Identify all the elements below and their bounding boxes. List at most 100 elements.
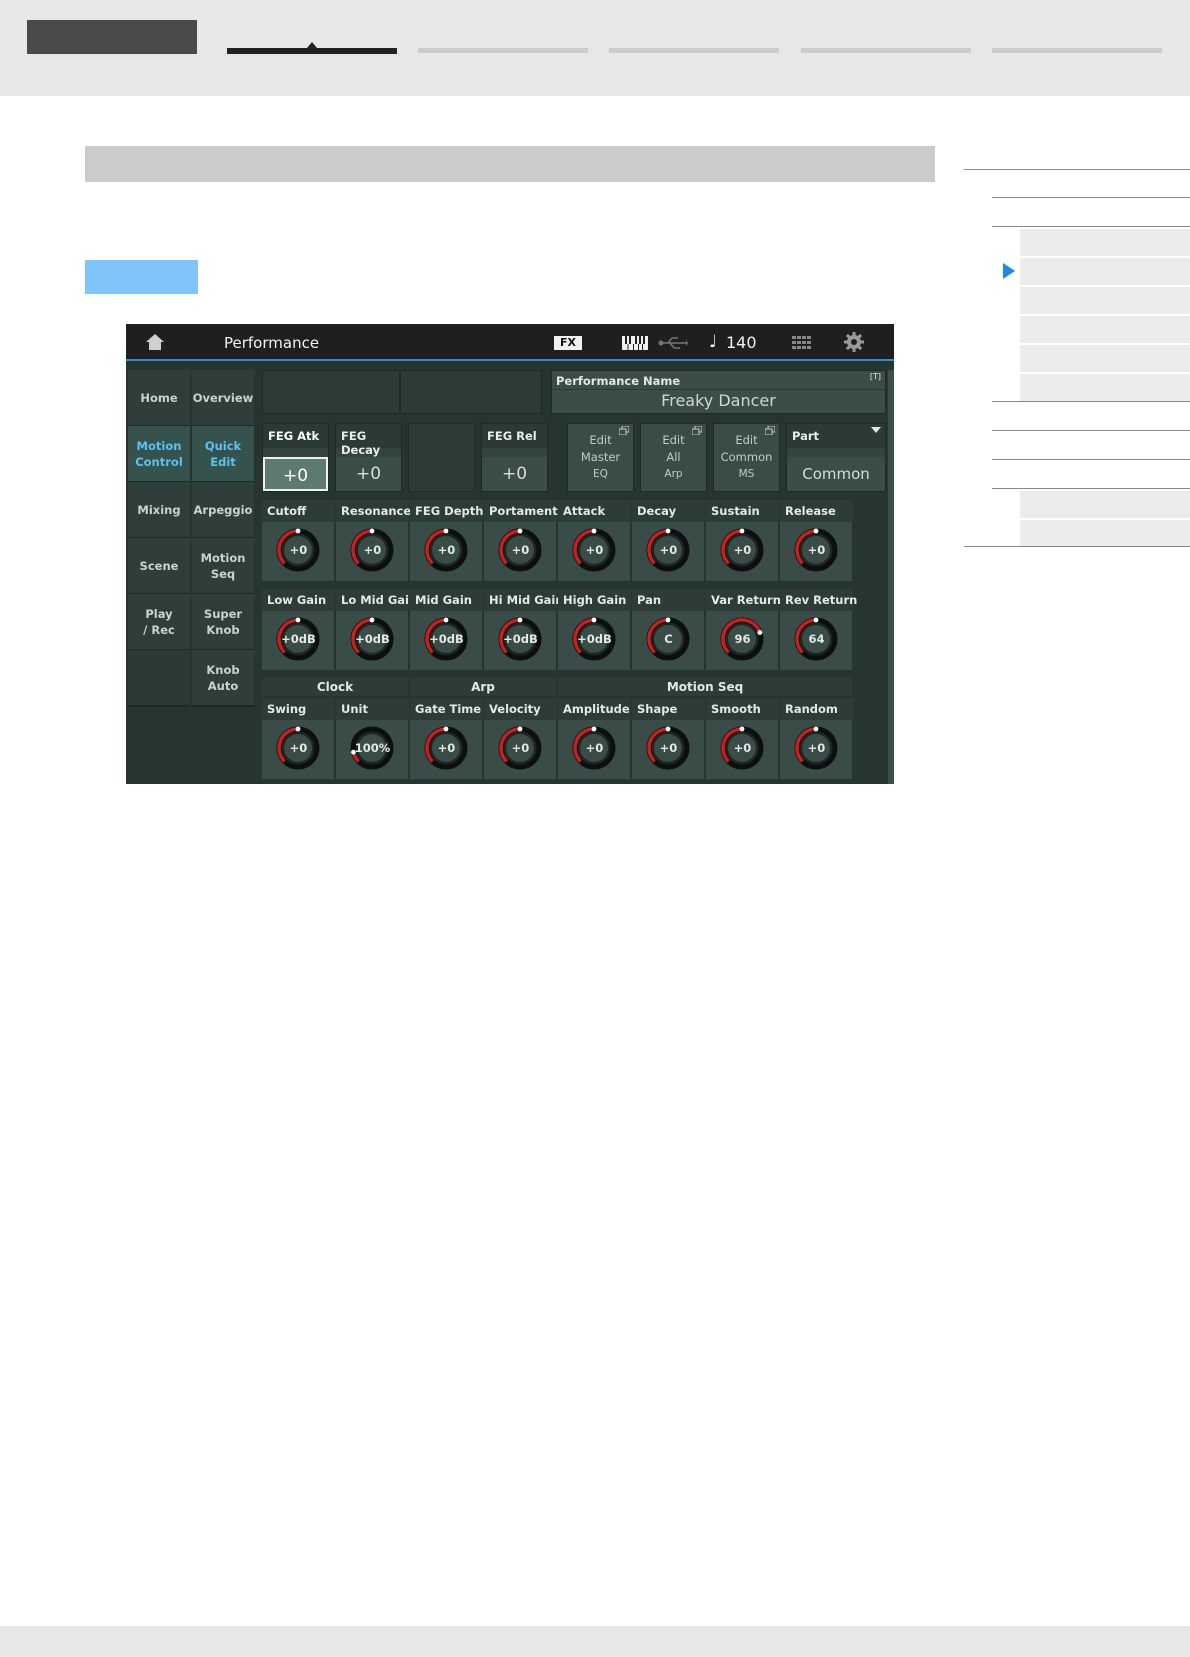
top-tab-5[interactable] bbox=[992, 48, 1162, 53]
knob-label: Pan bbox=[632, 589, 705, 611]
nav-subitem-current[interactable] bbox=[1020, 258, 1190, 285]
feg-decay-box[interactable]: FEG Decay +0 bbox=[335, 423, 402, 492]
feg-atk-label: FEG Atk bbox=[263, 424, 328, 448]
sub-menu-item-overview[interactable]: Overview bbox=[192, 370, 254, 427]
knob-random[interactable]: Random +0 bbox=[780, 698, 853, 779]
knob-resonance[interactable]: Resonance +0 bbox=[336, 500, 411, 581]
sub-menu-item-knob-auto[interactable]: Knob Auto bbox=[192, 650, 254, 707]
knob-gate-time[interactable]: Gate Time +0 bbox=[410, 698, 483, 779]
title-underline bbox=[126, 359, 894, 361]
knob-portamento[interactable]: Portamento +0 bbox=[484, 500, 566, 581]
main-menu-item-motion-control[interactable]: Motion Control bbox=[128, 426, 190, 483]
sub-menu-item-super-knob[interactable]: Super Knob bbox=[192, 594, 254, 651]
knob-label: Low Gain bbox=[262, 589, 335, 611]
main-menu-item-mixing[interactable]: Mixing bbox=[128, 482, 190, 539]
knob-shape[interactable]: Shape +0 bbox=[632, 698, 705, 779]
feg-rel-box[interactable]: FEG Rel +0 bbox=[481, 423, 548, 492]
nav-divider bbox=[964, 546, 1190, 547]
usb-icon bbox=[658, 337, 688, 349]
gear-icon[interactable] bbox=[844, 332, 864, 352]
knob-value: +0 bbox=[363, 543, 382, 557]
knob-decay[interactable]: Decay +0 bbox=[632, 500, 705, 581]
section-heading-bar bbox=[85, 146, 935, 182]
performance-name-value: Freaky Dancer bbox=[661, 391, 776, 410]
group-label-clock: Clock bbox=[262, 678, 408, 696]
part-value: Common bbox=[787, 457, 885, 491]
knob-value: +0 bbox=[289, 741, 308, 755]
nav-subitem[interactable] bbox=[1020, 287, 1190, 314]
feg-atk-box[interactable]: FEG Atk +0 bbox=[262, 423, 329, 492]
main-menu-item-scene[interactable]: Scene bbox=[128, 538, 190, 595]
knob-var-return[interactable]: Var Return 96 bbox=[706, 589, 781, 670]
knob-value: 100% bbox=[354, 741, 391, 755]
knob-sustain[interactable]: Sustain +0 bbox=[706, 500, 779, 581]
knob-value: +0 bbox=[511, 741, 530, 755]
nav-subitem[interactable] bbox=[1020, 520, 1190, 547]
edit-common-ms-button[interactable]: Edit Common MS bbox=[713, 423, 780, 492]
knob-amplitude[interactable]: Amplitude +0 bbox=[558, 698, 631, 779]
top-tab-2[interactable] bbox=[418, 48, 588, 53]
knob-release[interactable]: Release +0 bbox=[780, 500, 853, 581]
top-tab-4[interactable] bbox=[801, 48, 971, 53]
knob-label: Lo Mid Gain bbox=[336, 589, 417, 611]
edit-master-eq-button[interactable]: Edit Master EQ bbox=[567, 423, 634, 492]
nav-subitem[interactable] bbox=[1020, 345, 1190, 372]
group-label-motion-seq: Motion Seq bbox=[558, 678, 852, 696]
edit-all-arp-button[interactable]: Edit All Arp bbox=[640, 423, 707, 492]
nav-subitem[interactable] bbox=[1020, 374, 1190, 401]
knob-value: +0dB bbox=[355, 632, 390, 646]
knob-velocity[interactable]: Velocity +0 bbox=[484, 698, 557, 779]
knob-lo-mid-gain[interactable]: Lo Mid Gain +0dB bbox=[336, 589, 417, 670]
knob-label: Random bbox=[780, 698, 853, 720]
knob-value: +0 bbox=[807, 741, 826, 755]
tempo-value[interactable]: 140 bbox=[726, 333, 757, 352]
knob-value: +0dB bbox=[429, 632, 464, 646]
edit-button-line: EQ bbox=[593, 468, 608, 480]
knob-cutoff[interactable]: Cutoff +0 bbox=[262, 500, 335, 581]
knob-unit[interactable]: Unit 100% bbox=[336, 698, 409, 779]
keyboard-icon bbox=[622, 336, 648, 350]
knob-swing[interactable]: Swing +0 bbox=[262, 698, 335, 779]
main-menu-item-play-rec[interactable]: Play / Rec bbox=[128, 594, 190, 651]
empty-slot bbox=[262, 370, 400, 414]
sub-menu-item-arpeggio[interactable]: Arpeggio bbox=[192, 482, 254, 539]
edit-button-line: Master bbox=[580, 450, 621, 464]
sub-menu-item-quick-edit[interactable]: Quick Edit bbox=[192, 426, 254, 483]
knob-label: Cutoff bbox=[262, 500, 335, 522]
knob-value: +0 bbox=[733, 543, 752, 557]
knob-attack[interactable]: Attack +0 bbox=[558, 500, 631, 581]
sub-menu-item-motion-seq[interactable]: Motion Seq bbox=[192, 538, 254, 595]
dropdown-arrow-icon bbox=[871, 427, 881, 433]
knob-label: Release bbox=[780, 500, 853, 522]
top-tab-3[interactable] bbox=[609, 48, 779, 53]
knob-low-gain[interactable]: Low Gain +0dB bbox=[262, 589, 335, 670]
knob-rev-return[interactable]: Rev Return 64 bbox=[780, 589, 857, 670]
knob-feg-depth[interactable]: FEG Depth +0 bbox=[410, 500, 483, 581]
main-menu-item-home[interactable]: Home bbox=[128, 370, 190, 427]
home-icon[interactable] bbox=[146, 334, 164, 350]
knob-value: +0dB bbox=[281, 632, 316, 646]
part-select[interactable]: Part Common bbox=[786, 423, 886, 492]
scrollbar[interactable] bbox=[888, 370, 894, 784]
nav-subitem[interactable] bbox=[1020, 316, 1190, 343]
feg-rel-value: +0 bbox=[482, 457, 547, 491]
synth-screen: Performance FX ♩ 140 Home Motion Control… bbox=[126, 324, 894, 784]
nav-subitem[interactable] bbox=[1020, 491, 1190, 518]
popup-window-icon bbox=[692, 426, 702, 435]
group-label-arp: Arp bbox=[410, 678, 556, 696]
grid-icon[interactable] bbox=[792, 336, 812, 350]
performance-name-label: Performance Name bbox=[556, 374, 681, 388]
knob-label: Attack bbox=[558, 500, 631, 522]
nav-subitem[interactable] bbox=[1020, 229, 1190, 256]
knob-label: FEG Depth bbox=[410, 500, 483, 522]
performance-name-field[interactable]: Performance Name [T] Freaky Dancer bbox=[551, 370, 886, 414]
knob-smooth[interactable]: Smooth +0 bbox=[706, 698, 779, 779]
fx-icon[interactable]: FX bbox=[554, 336, 582, 350]
knob-pan[interactable]: Pan C bbox=[632, 589, 705, 670]
top-tab-1[interactable] bbox=[227, 42, 397, 54]
edit-button-line: All bbox=[666, 450, 681, 464]
knob-mid-gain[interactable]: Mid Gain +0dB bbox=[410, 589, 483, 670]
knob-high-gain[interactable]: High Gain +0dB bbox=[558, 589, 631, 670]
knob-hi-mid-gain[interactable]: Hi Mid Gain +0dB bbox=[484, 589, 564, 670]
nav-divider bbox=[992, 488, 1190, 489]
